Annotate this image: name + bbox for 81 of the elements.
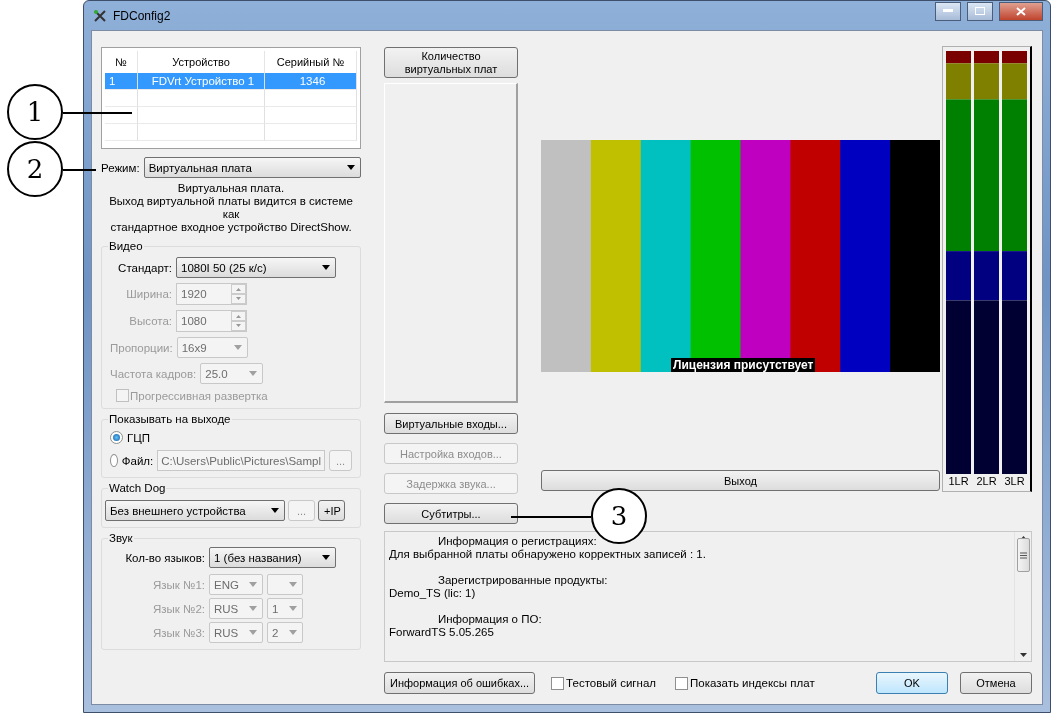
close-button[interactable] — [999, 1, 1043, 21]
field-label: Высота: — [128, 315, 172, 327]
leader-line — [63, 169, 96, 171]
radio-label: ГЦП — [127, 431, 150, 444]
field-label: Частота кадров: — [110, 367, 197, 380]
dropdown-caret-icon — [249, 606, 257, 611]
minimize-icon — [943, 9, 953, 13]
info-heading: Зарегистрированные продукты: — [437, 574, 609, 587]
meter-label: 1LR — [948, 474, 969, 489]
field-label: Кол-во языков: — [124, 551, 205, 564]
watchdog-button[interactable]: +IP — [318, 500, 345, 521]
checkbox-label: Тестовый сигнал — [566, 677, 656, 689]
grip-icon — [1019, 551, 1027, 559]
table-cell[interactable]: 1346 — [265, 73, 357, 90]
mode-dropdown[interactable]: Виртуальная плата — [143, 157, 361, 178]
language-count-dropdown[interactable]: 1 (без названия) — [209, 547, 336, 568]
close-icon — [1016, 6, 1026, 16]
board-count-button[interactable]: Количество виртуальных плат — [384, 47, 518, 78]
field-label: Стандарт: — [117, 261, 172, 274]
table-cell[interactable]: 1 — [105, 73, 138, 90]
group-title: Видео — [108, 240, 144, 252]
table-cell — [105, 107, 138, 124]
group-title: Показывать на выходе — [108, 413, 232, 425]
dropdown-caret-icon — [249, 582, 257, 587]
meter-label: 2LR — [976, 474, 997, 489]
dropdown-caret-icon — [289, 582, 297, 587]
cancel-button[interactable]: Отмена — [960, 672, 1032, 694]
dropdown-caret-icon — [322, 265, 330, 270]
info-text: Demo_TS (lic: 1) — [389, 587, 477, 600]
maximize-button[interactable] — [967, 1, 993, 21]
table-cell — [105, 124, 138, 141]
table-cell[interactable]: FDVrt Устройство 1 — [138, 73, 265, 90]
dropdown-caret-icon — [347, 165, 355, 170]
error-info-button[interactable]: Информация об ошибках... — [384, 672, 536, 694]
field-label: Язык №2: — [152, 602, 205, 615]
file-path-field[interactable]: C:\Users\Public\Pictures\Sampl — [157, 450, 325, 471]
info-text: Для выбранной платы обнаружено корректных записей : 1. — [389, 548, 707, 561]
dropdown-caret-icon — [289, 606, 297, 611]
checkbox[interactable] — [675, 676, 688, 690]
radio-button[interactable] — [110, 454, 118, 467]
callout-marker: 1 — [7, 84, 63, 140]
scroll-thumb[interactable] — [1016, 538, 1030, 572]
watchdog-dropdown[interactable]: Без внешнего устройства — [105, 500, 285, 521]
license-caption: Лицензия присутствует — [671, 358, 816, 373]
group-title: Звук — [108, 532, 134, 544]
browse-button[interactable]: ... — [329, 450, 352, 471]
info-text: ForwardTS 5.05.265 — [389, 626, 495, 639]
ok-button[interactable]: OK — [876, 672, 948, 694]
dropdown-caret-icon — [233, 345, 242, 350]
mode-description: Виртуальная плата. Выход виртуальной платы видится в системе как стандартное входное устройство DirectShow. — [108, 182, 354, 234]
dropdown-caret-icon — [249, 630, 257, 635]
field-label: Ширина: — [125, 288, 172, 300]
dropdown-caret-icon — [289, 630, 297, 635]
window-title: FDConfig2 — [113, 8, 172, 23]
checkbox-label: Прогрессивная развертка — [130, 389, 268, 402]
scroll-down-icon[interactable] — [1019, 653, 1027, 657]
scrollbar[interactable] — [1014, 532, 1031, 661]
checkbox[interactable] — [551, 676, 565, 690]
field-label: Язык №1: — [152, 578, 205, 591]
info-heading: Информация о ПО: — [437, 613, 543, 626]
callout-marker: 2 — [7, 141, 63, 197]
dropdown[interactable]: 1080I 50 (25 к/с) — [176, 257, 336, 278]
field-label: Пропорции: — [110, 341, 173, 354]
output-button[interactable]: Выход — [541, 470, 940, 491]
meter-label: 3LR — [1004, 474, 1025, 489]
radio-label: Файл: — [121, 454, 154, 467]
action-button[interactable]: Субтитры... — [384, 503, 518, 524]
checkbox-label: Показать индексы плат — [690, 677, 815, 689]
minimize-button[interactable] — [935, 1, 961, 21]
group-title: Watch Dog — [108, 482, 167, 494]
leader-line — [63, 112, 132, 114]
mode-label: Режим: — [101, 161, 140, 174]
dropdown-caret-icon — [322, 555, 330, 560]
dropdown-caret-icon — [249, 371, 258, 376]
field-label: Язык №3: — [152, 626, 205, 639]
radio-button[interactable] — [110, 431, 123, 444]
table-cell — [105, 90, 138, 107]
dropdown-caret-icon — [271, 508, 279, 513]
tools-icon — [93, 8, 107, 23]
maximize-icon — [975, 7, 985, 15]
action-button[interactable]: Виртуальные входы... — [384, 413, 518, 434]
